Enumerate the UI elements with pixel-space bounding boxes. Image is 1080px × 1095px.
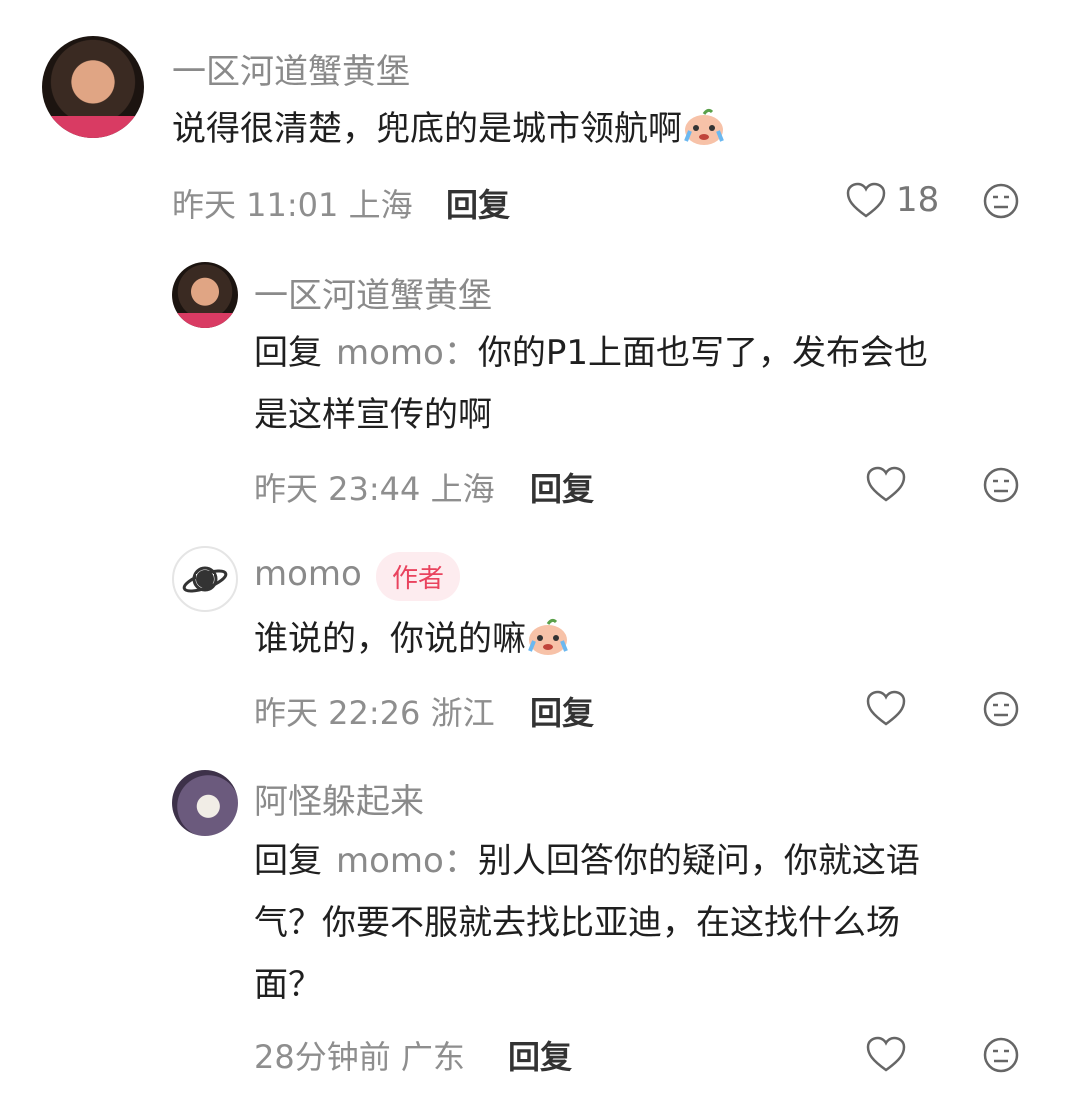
dislike-face-icon[interactable] <box>982 182 1020 220</box>
saturn-icon <box>182 566 228 593</box>
comment-meta: 昨天 11:01 上海 <box>172 180 413 226</box>
heart-icon <box>846 182 886 218</box>
comment-time: 昨天 11:01 <box>172 186 339 224</box>
comment-time: 昨天 23:44 <box>254 470 421 508</box>
comment-body-line3: 面？ <box>254 965 322 1005</box>
comment-location: 上海 <box>348 186 413 224</box>
comment-body-line2: 是这样宣传的啊 <box>254 395 492 435</box>
comment-item: 一区河道蟹黄堡 回复 momo：你的P1上面也写了，发布会也 是这样宣传的啊 昨天… <box>0 240 1080 520</box>
crying-face-icon <box>526 614 570 655</box>
commenter-name[interactable]: 一区河道蟹黄堡 <box>172 44 410 93</box>
comment-body-line1: 别人回答你的疑问，你就这语 <box>477 841 920 881</box>
comment-text: 说得很清楚，兜底的是城市领航啊 <box>172 98 1032 160</box>
comment-time: 昨天 22:26 <box>254 694 421 732</box>
comment-body: 说得很清楚，兜底的是城市领航啊 <box>172 109 682 149</box>
comment-meta: 昨天 23:44 上海 <box>254 464 495 510</box>
comment-time: 28分钟前 <box>254 1038 391 1076</box>
avatar[interactable] <box>42 36 144 138</box>
dislike-face-icon[interactable] <box>982 466 1020 504</box>
comment-body-line1: 你的P1上面也写了，发布会也 <box>477 333 928 373</box>
reply-prefix: 回复 <box>254 333 322 373</box>
reply-button[interactable]: 回复 <box>530 464 594 510</box>
comment-item: 阿怪躲起来 回复 momo：别人回答你的疑问，你就这语 气？你要不服就去找比亚迪，… <box>0 750 1080 1095</box>
dislike-face-icon[interactable] <box>982 1036 1020 1074</box>
comment-body: 谁说的，你说的嘛 <box>254 619 526 659</box>
author-badge: 作者 <box>376 552 461 601</box>
reply-button[interactable]: 回复 <box>446 180 510 226</box>
comment-location: 广东 <box>400 1038 465 1076</box>
user-photo-icon <box>42 115 144 138</box>
commenter-name[interactable]: 一区河道蟹黄堡 <box>254 268 492 317</box>
reply-button[interactable]: 回复 <box>508 1032 572 1078</box>
heart-icon[interactable] <box>866 690 906 726</box>
reply-to-name[interactable]: momo： <box>336 333 478 373</box>
comment-location: 浙江 <box>430 694 495 732</box>
like-button[interactable]: 18 <box>846 180 939 220</box>
reply-to-name[interactable]: momo： <box>336 841 478 881</box>
commenter-name[interactable]: 阿怪躲起来 <box>254 774 424 823</box>
comment-item: 一区河道蟹黄堡 说得很清楚，兜底的是城市领航啊 昨天 11:01 上海 回复 1… <box>0 0 1080 240</box>
reply-prefix: 回复 <box>254 841 322 881</box>
crying-face-icon <box>682 104 726 145</box>
dislike-face-icon[interactable] <box>982 690 1020 728</box>
comment-text: 谁说的，你说的嘛 <box>254 608 1054 670</box>
comment-text: 回复 momo：你的P1上面也写了，发布会也 是这样宣传的啊 <box>254 322 1054 446</box>
like-count: 18 <box>896 180 940 220</box>
avatar[interactable] <box>172 546 238 612</box>
comment-meta: 28分钟前 广东 <box>254 1032 465 1078</box>
avatar[interactable] <box>172 770 238 836</box>
heart-icon[interactable] <box>866 466 906 502</box>
comment-location: 上海 <box>430 470 495 508</box>
comment-meta: 昨天 22:26 浙江 <box>254 688 495 734</box>
heart-icon[interactable] <box>866 1036 906 1072</box>
comment-body-line2: 气？你要不服就去找比亚迪，在这找什么场 <box>254 903 900 943</box>
reply-button[interactable]: 回复 <box>530 688 594 734</box>
avatar[interactable] <box>172 262 238 328</box>
comment-item: momo 作者 谁说的，你说的嘛 昨天 22:26 浙江 回复 <box>0 520 1080 750</box>
commenter-name[interactable]: momo <box>254 554 362 594</box>
comment-text: 回复 momo：别人回答你的疑问，你就这语 气？你要不服就去找比亚迪，在这找什么场… <box>254 830 1054 1016</box>
user-photo-icon <box>172 313 238 328</box>
